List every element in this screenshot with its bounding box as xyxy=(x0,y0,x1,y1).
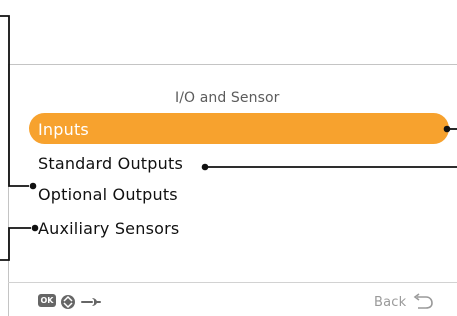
menu-item-inputs[interactable]: Inputs xyxy=(38,120,89,139)
ok-icon[interactable]: OK xyxy=(38,294,56,307)
screen-title: I/O and Sensor xyxy=(175,90,280,106)
menu-item-standard-outputs[interactable]: Standard Outputs xyxy=(38,154,183,173)
menu-item-selected-highlight[interactable] xyxy=(29,113,449,144)
wrench-icon[interactable] xyxy=(80,294,102,310)
menu-item-optional-outputs[interactable]: Optional Outputs xyxy=(38,185,178,204)
updown-icon[interactable] xyxy=(60,294,76,310)
menu-item-auxiliary-sensors[interactable]: Auxiliary Sensors xyxy=(38,219,179,238)
back-label[interactable]: Back xyxy=(374,295,406,310)
back-icon[interactable] xyxy=(411,292,435,310)
page: I/O and Sensor Inputs Standard Outputs O… xyxy=(0,0,457,316)
footer-divider xyxy=(8,282,457,283)
